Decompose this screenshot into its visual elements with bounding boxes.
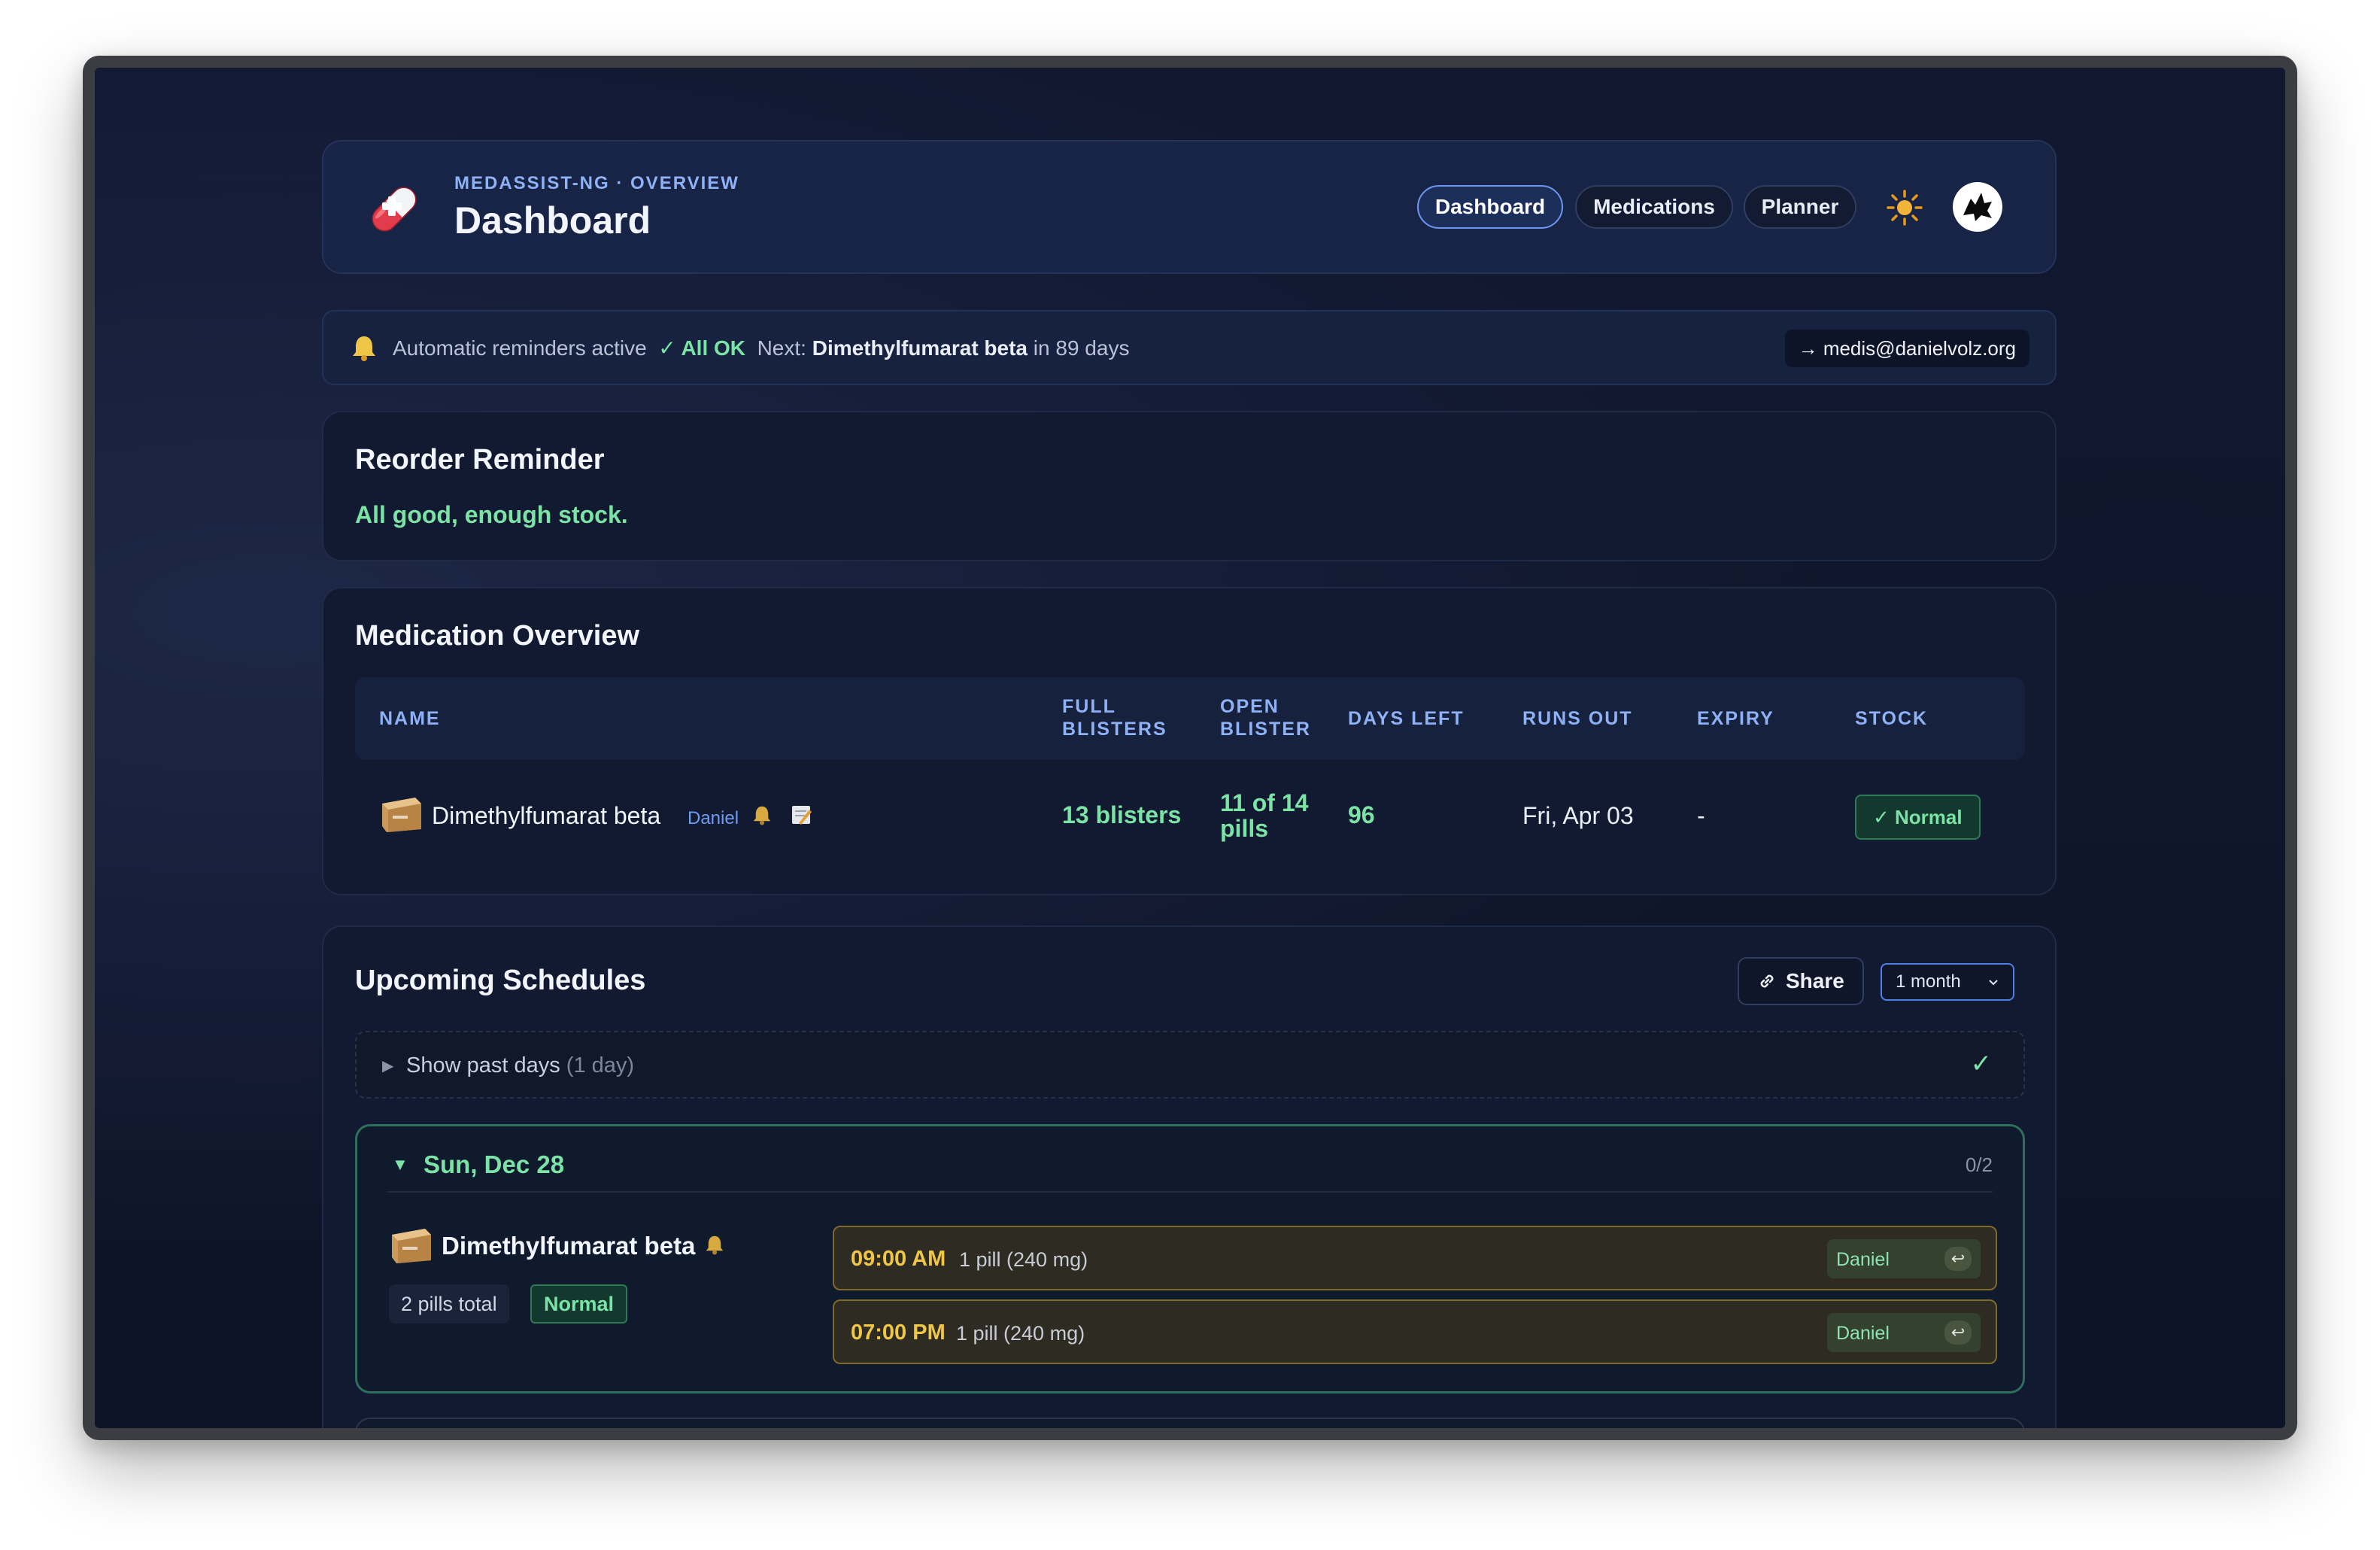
dose-amount: 1 pill (240 mg) [959, 1248, 1088, 1271]
range-value: 1 month [1896, 971, 1961, 992]
app-viewport: MEDASSIST-NG · OVERVIEW Dashboard Dashbo… [95, 68, 2285, 1428]
dose-person-chip: Daniel ↩ [1827, 1239, 1981, 1278]
past-days-count: (1 day) [566, 1053, 635, 1077]
reorder-message: All good, enough stock. [355, 501, 628, 528]
header-eyebrow: MEDASSIST-NG · OVERVIEW [454, 173, 739, 193]
pill-icon [372, 187, 417, 232]
schedules-title: Upcoming Schedules [355, 965, 646, 996]
medicine-box-icon [392, 1229, 431, 1263]
runs-out-value: Fri, Apr 03 [1522, 802, 1634, 829]
day-group: ▼ Sun, Dec 28 0/2 Dimethylfumarat beta 2… [355, 1124, 2025, 1393]
open-blister-line2: pills [1220, 815, 1269, 842]
reorder-reminder-card: Reorder Reminder All good, enough stock. [322, 411, 2057, 561]
share-label: Share [1786, 969, 1844, 992]
owner-tag: Daniel [688, 808, 739, 828]
sun-icon[interactable] [1885, 188, 1924, 227]
undo-icon[interactable]: ↩ [1944, 1321, 1972, 1345]
show-past-days-toggle[interactable]: ▶ Show past days (1 day) ✓ [355, 1031, 2025, 1099]
next-medication: Dimethylfumarat beta [812, 336, 1028, 360]
nav-medications[interactable]: Medications [1575, 185, 1733, 229]
col-open-blister: OPEN BLISTER [1220, 695, 1311, 740]
col-runs-out: RUNS OUT [1522, 708, 1633, 729]
dose-time: 07:00 PM [851, 1321, 946, 1345]
col-open-line2: BLISTER [1220, 719, 1311, 740]
nav-planner[interactable]: Planner [1744, 185, 1856, 229]
app-window: MEDASSIST-NG · OVERVIEW Dashboard Dashbo… [83, 56, 2297, 1440]
dose-person: Daniel [1836, 1249, 1890, 1270]
table-header: NAME FULL BLISTERS OPEN BLISTER DAYS LEF… [355, 677, 2025, 760]
chevron-down-icon [1989, 980, 1998, 986]
avatar-icon[interactable] [1953, 182, 2002, 232]
dose-person-chip: Daniel ↩ [1827, 1313, 1981, 1352]
days-left-value: 96 [1348, 801, 1375, 828]
upcoming-schedules-card: Upcoming Schedules Share 1 month ▶ Show … [322, 925, 2057, 1428]
reminders-label: Automatic reminders active [393, 336, 647, 360]
next-prefix: Next: [757, 336, 806, 360]
expand-triangle-icon: ▶ [382, 1058, 394, 1074]
email-link[interactable]: → medis@danielvolz.org [1784, 330, 2029, 367]
stock-status-chip: Normal [530, 1284, 628, 1324]
next-suffix: in 89 days [1033, 336, 1130, 360]
open-blister-line1: 11 of 14 [1220, 789, 1309, 816]
link-icon [1760, 974, 1774, 988]
col-full-line2: BLISTERS [1062, 719, 1167, 740]
open-blister-value: 11 of 14 pills [1220, 790, 1308, 841]
undo-icon[interactable]: ↩ [1944, 1247, 1972, 1271]
dose-slot[interactable]: 09:00 AM 1 pill (240 mg) Daniel ↩ [833, 1226, 1997, 1290]
dose-person: Daniel [1836, 1323, 1890, 1344]
col-expiry: EXPIRY [1697, 708, 1774, 729]
day-date[interactable]: Sun, Dec 28 [423, 1150, 564, 1179]
bell-icon [353, 336, 375, 361]
col-days-left: DAYS LEFT [1348, 708, 1465, 729]
col-open-line1: OPEN [1220, 696, 1280, 717]
past-days-text: Show past days [406, 1053, 560, 1077]
screenshot-stage: MEDASSIST-NG · OVERVIEW Dashboard Dashbo… [0, 0, 2380, 1550]
full-blisters-value: 13 blisters [1062, 801, 1182, 828]
medicine-box-icon [382, 798, 421, 832]
col-name: NAME [379, 708, 441, 729]
bell-icon [753, 806, 771, 825]
next-day-group [355, 1418, 2025, 1428]
app-header: MEDASSIST-NG · OVERVIEW Dashboard Dashbo… [322, 140, 2057, 274]
page-title: Dashboard [454, 199, 651, 242]
schedule-medication-name: Dimethylfumarat beta [442, 1232, 696, 1260]
range-select[interactable]: 1 month [1881, 963, 2014, 1001]
dose-amount: 1 pill (240 mg) [956, 1322, 1085, 1345]
status-text: Automatic reminders active ✓ All OK Next… [393, 336, 1129, 360]
reminder-status-bar: Automatic reminders active ✓ All OK Next… [322, 310, 2057, 385]
medication-overview-card: Medication Overview NAME FULL BLISTERS O… [322, 587, 2057, 895]
note-icon[interactable] [790, 804, 812, 826]
col-stock: STOCK [1855, 708, 1929, 729]
expiry-value: - [1697, 802, 1705, 829]
bell-icon [706, 1235, 724, 1255]
day-progress: 0/2 [1965, 1153, 1993, 1176]
dose-time: 09:00 AM [851, 1247, 946, 1271]
check-icon: ✓ [1970, 1050, 1993, 1078]
divider [387, 1191, 1993, 1193]
stock-badge: ✓ Normal [1855, 795, 1981, 840]
nav-dashboard[interactable]: Dashboard [1417, 185, 1563, 229]
all-ok-badge: ✓ All OK [658, 336, 746, 360]
medication-name[interactable]: Dimethylfumarat beta [432, 802, 660, 830]
pills-total-chip: 2 pills total [389, 1284, 509, 1324]
col-full-line1: FULL [1062, 696, 1116, 717]
overview-title: Medication Overview [355, 620, 640, 652]
collapse-triangle-icon[interactable]: ▼ [392, 1155, 408, 1175]
dose-slot[interactable]: 07:00 PM 1 pill (240 mg) Daniel ↩ [833, 1299, 1997, 1364]
col-full-blisters: FULL BLISTERS [1062, 695, 1167, 740]
reorder-title: Reorder Reminder [355, 444, 605, 476]
share-button[interactable]: Share [1738, 957, 1864, 1005]
past-days-label: Show past days (1 day) [406, 1053, 634, 1078]
